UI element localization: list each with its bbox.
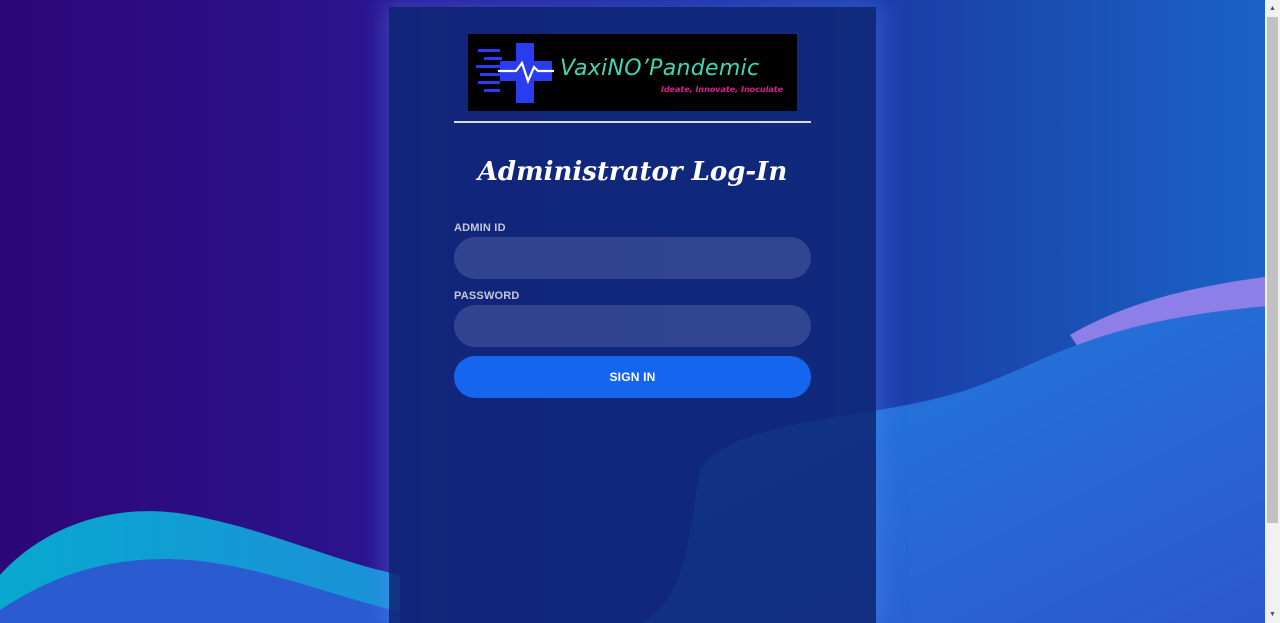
- login-card: VaxiNO’Pandemic Ideate, Innovate, Inocul…: [389, 7, 876, 623]
- admin-id-input[interactable]: [454, 237, 811, 279]
- password-input[interactable]: [454, 305, 811, 347]
- page-title: Administrator Log-In: [477, 157, 788, 187]
- sign-in-button[interactable]: SIGN IN: [454, 356, 811, 398]
- scroll-up-icon[interactable]: ▲: [1265, 0, 1280, 17]
- scrollbar-thumb[interactable]: [1267, 17, 1278, 523]
- login-page: VaxiNO’Pandemic Ideate, Innovate, Inocul…: [0, 0, 1280, 623]
- vaxinopandemic-logo: VaxiNO’Pandemic Ideate, Innovate, Inocul…: [468, 34, 797, 111]
- admin-id-label: ADMIN ID: [454, 222, 506, 234]
- scroll-down-icon[interactable]: ▼: [1265, 606, 1280, 623]
- logo-tagline: Ideate, Innovate, Inoculate: [660, 85, 783, 94]
- heartbeat-cross-icon: [476, 43, 554, 103]
- password-label: PASSWORD: [454, 290, 520, 302]
- vertical-scrollbar[interactable]: ▲ ▼: [1265, 0, 1280, 623]
- header-divider: [454, 121, 811, 123]
- logo-name: VaxiNO’Pandemic: [560, 56, 760, 81]
